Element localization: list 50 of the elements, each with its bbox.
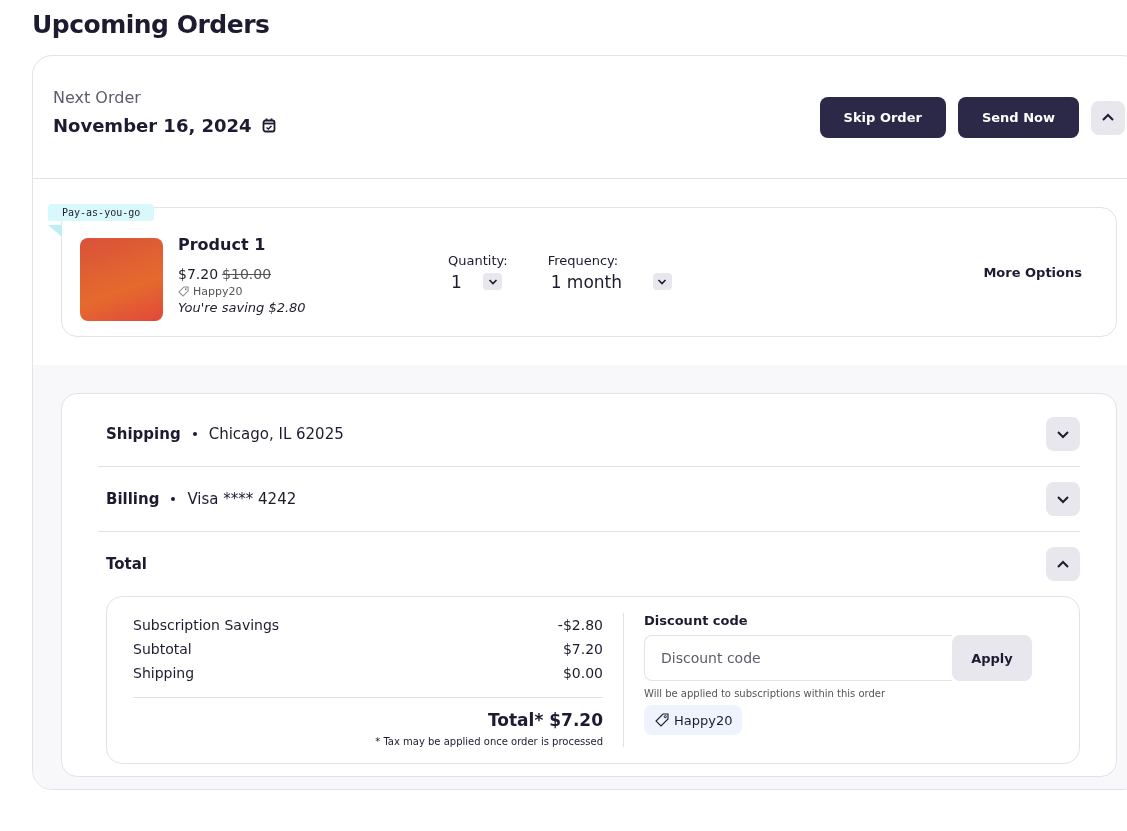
select-label: Quantity:	[448, 252, 508, 268]
dropdown-icon[interactable]	[483, 273, 502, 290]
dropdown-icon[interactable]	[652, 273, 672, 290]
section-title: Total	[106, 555, 147, 573]
order-date: November 16, 2024	[53, 115, 252, 136]
section-title: Shipping	[106, 425, 181, 443]
summary-label: Shipping	[133, 664, 195, 683]
more-options-link[interactable]: More Options	[983, 264, 1082, 280]
section-value: Chicago, IL 62025	[208, 425, 344, 443]
applied-code-chip[interactable]: Happy20	[644, 705, 743, 735]
section-title: Billing	[106, 490, 160, 508]
price: $7.20	[178, 266, 219, 282]
chevron-up-icon[interactable]	[1101, 113, 1115, 122]
tag-icon	[654, 712, 670, 728]
chevron-down-icon[interactable]	[1056, 494, 1070, 504]
coupon-code: Happy20	[193, 285, 243, 298]
original-price: $10.00	[222, 266, 272, 282]
order-total: Total* $7.20	[487, 710, 603, 730]
chevron-down-icon[interactable]	[1056, 429, 1070, 439]
discount-hint: Will be applied to subscriptions within this order	[644, 688, 887, 699]
tag-icon	[178, 286, 189, 297]
tax-note: * Tax may be applied once order is processed	[375, 736, 603, 747]
summary-label: Subtotal	[133, 640, 192, 659]
product-name: Product 1	[178, 235, 267, 254]
expand-button[interactable]	[1046, 417, 1080, 451]
summary-value: $0.00	[562, 664, 603, 683]
summary-value: $7.20	[562, 640, 603, 659]
section-value: Visa **** 4242	[187, 490, 297, 508]
summary-value: -$2.80	[557, 616, 603, 635]
savings-text: You're saving $2.80	[178, 300, 307, 315]
badge-fold	[48, 225, 62, 237]
calendar-icon[interactable]	[261, 118, 276, 133]
select-value[interactable]: 1	[448, 271, 483, 292]
bullet	[171, 497, 176, 501]
discount-code-field[interactable]: Discount code	[644, 635, 952, 681]
collapse-button[interactable]	[1091, 100, 1125, 135]
plan-badge: Pay-as-you-go	[48, 204, 155, 221]
discount-label: Discount code	[644, 613, 749, 628]
select-label: Frequency:	[547, 252, 620, 268]
expand-button[interactable]	[1046, 547, 1080, 581]
chevron-up-icon[interactable]	[1056, 559, 1070, 569]
order-action-button[interactable]: Send Now	[957, 97, 1079, 138]
order-action-button[interactable]: Skip Order	[819, 97, 946, 138]
page-title: Upcoming Orders	[32, 10, 271, 39]
next-order-label: Next Order	[53, 88, 142, 107]
select-value[interactable]: 1 month	[547, 271, 653, 292]
apply-button[interactable]: Apply	[952, 635, 1032, 681]
summary-label: Subscription Savings	[133, 616, 280, 635]
bullet	[192, 432, 197, 436]
expand-button[interactable]	[1046, 482, 1080, 516]
